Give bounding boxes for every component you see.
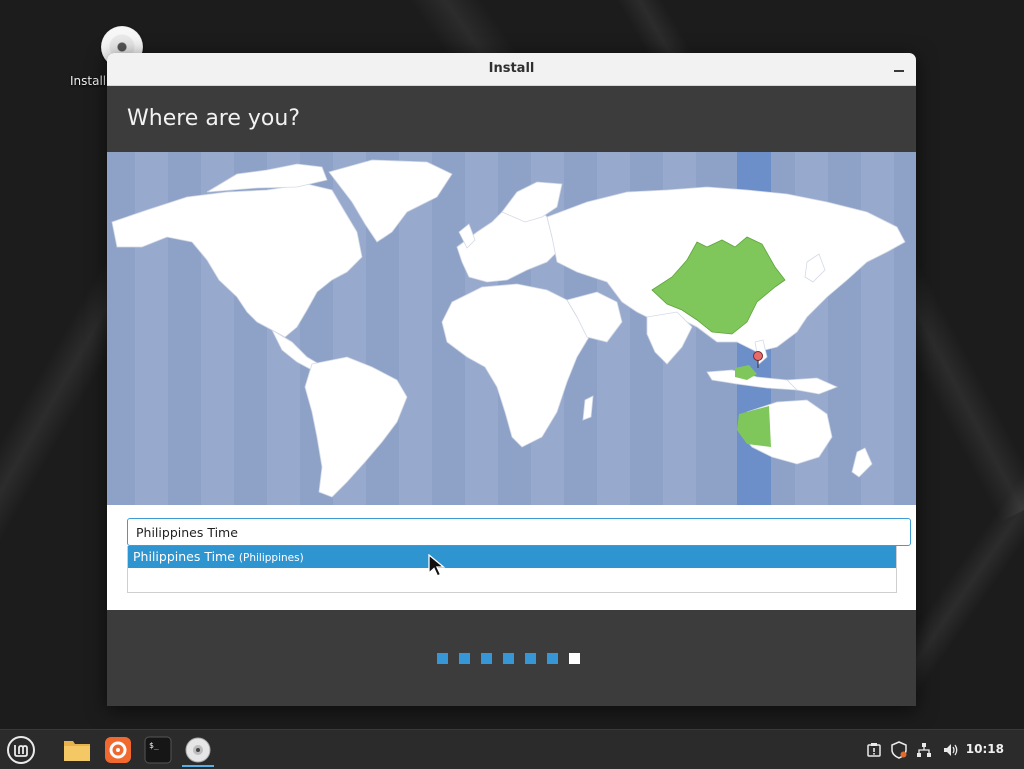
progress-step [547, 653, 558, 664]
update-manager-icon[interactable] [864, 730, 884, 769]
progress-step [525, 653, 536, 664]
mint-menu-icon[interactable] [3, 732, 39, 767]
result-name: Philippines Time [133, 549, 235, 564]
mouse-cursor-icon [428, 554, 446, 577]
progress-step [459, 653, 470, 664]
progress-step [437, 653, 448, 664]
taskbar: $_ 10:18 [0, 729, 1024, 769]
shield-icon[interactable] [889, 730, 909, 769]
taskbar-clock[interactable]: 10:18 [966, 730, 1004, 769]
progress-step-current [569, 653, 580, 664]
installer-window: Install Where are you? Philippines Time … [107, 53, 916, 706]
progress-indicator [437, 653, 580, 664]
timezone-search-input[interactable] [127, 518, 911, 546]
window-titlebar[interactable]: Install [107, 53, 916, 86]
volume-icon[interactable] [940, 730, 962, 769]
desktop-icon-label: Install [70, 74, 107, 88]
terminal-icon[interactable]: $_ [140, 732, 176, 767]
firefox-icon[interactable] [100, 732, 136, 767]
progress-step [503, 653, 514, 664]
page-title: Where are you? [127, 106, 300, 131]
result-country: (Philippines) [238, 552, 304, 564]
svg-text:$_: $_ [149, 741, 159, 750]
page-header: Where are you? [107, 86, 916, 152]
progress-footer [107, 610, 916, 706]
network-icon[interactable] [914, 730, 934, 769]
list-item[interactable]: Philippines Time (Philippines) [128, 546, 896, 568]
minimize-icon[interactable] [892, 62, 906, 76]
timezone-map[interactable] [107, 152, 916, 505]
files-icon[interactable] [59, 732, 95, 767]
window-title: Install [488, 61, 535, 76]
location-pin-icon [753, 351, 763, 361]
timezone-search-panel: Philippines Time (Philippines) [107, 505, 916, 610]
progress-step [481, 653, 492, 664]
timezone-results-list[interactable]: Philippines Time (Philippines) [127, 546, 897, 593]
installer-disc-icon[interactable] [180, 732, 216, 767]
